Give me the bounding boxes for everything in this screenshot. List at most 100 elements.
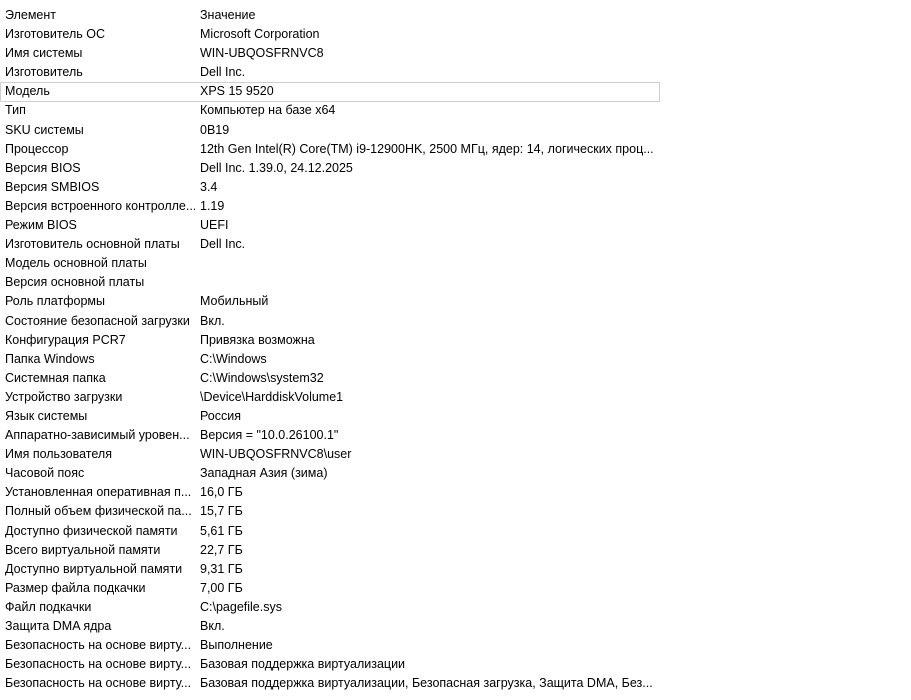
list-row-vbs-available[interactable]: Безопасность на основе вирту... Базовая … — [0, 674, 911, 693]
row-item-value: Мобильный — [200, 294, 269, 309]
row-item-value: C:\pagefile.sys — [200, 599, 282, 614]
row-item-value: XPS 15 9520 — [200, 84, 274, 99]
row-item-label: Устройство загрузки — [5, 389, 123, 404]
list-row-secure-boot-state[interactable]: Состояние безопасной загрузки Вкл. — [0, 312, 911, 331]
list-row-available-virtual-memory[interactable]: Доступно виртуальной памяти 9,31 ГБ — [0, 560, 911, 579]
row-item-value: 0B19 — [200, 122, 230, 137]
row-item-label: Изготовитель основной платы — [5, 237, 180, 252]
row-item-label: Безопасность на основе вирту... — [5, 676, 192, 691]
row-item-value: 7,00 ГБ — [200, 580, 243, 595]
row-item-value: C:\Windows\system32 — [200, 370, 324, 385]
row-item-label: Конфигурация PCR7 — [5, 332, 126, 347]
row-item-value: Dell Inc. — [200, 65, 246, 80]
row-item-value: 5,61 ГБ — [200, 523, 243, 538]
row-item-value: \Device\HarddiskVolume1 — [200, 389, 344, 404]
list-row-installed-memory[interactable]: Установленная оперативная п... 16,0 ГБ — [0, 483, 911, 502]
row-item-label: Папка Windows — [5, 351, 95, 366]
list-row-vbs-status[interactable]: Безопасность на основе вирту... Выполнен… — [0, 636, 911, 655]
row-item-value: 15,7 ГБ — [200, 504, 243, 519]
row-item-value: Выполнение — [200, 638, 273, 653]
row-item-label: Файл подкачки — [5, 599, 92, 614]
row-item-value: 1.19 — [200, 198, 225, 213]
row-item-label: Имя пользователя — [5, 447, 112, 462]
row-item-label: Изготовитель — [5, 65, 83, 80]
list-row-model[interactable]: Модель XPS 15 9520 — [0, 82, 911, 103]
list-row-pcr7-configuration[interactable]: Конфигурация PCR7 Привязка возможна — [0, 331, 911, 350]
list-row-boot-device[interactable]: Устройство загрузки \Device\HarddiskVolu… — [0, 388, 911, 407]
row-item-label: Имя системы — [5, 46, 83, 61]
row-item-value: Dell Inc. 1.39.0, 24.12.2025 — [200, 160, 353, 175]
row-item-label: Полный объем физической па... — [5, 504, 192, 519]
column-header-element[interactable]: Элемент — [5, 6, 195, 25]
list-row-hal[interactable]: Аппаратно-зависимый уровен... Версия = "… — [0, 426, 911, 445]
list-row-total-virtual-memory[interactable]: Всего виртуальной памяти 22,7 ГБ — [0, 541, 911, 560]
list-row-kernel-dma-protection[interactable]: Защита DMA ядра Вкл. — [0, 617, 911, 636]
row-item-label: Доступно физической памяти — [5, 523, 178, 538]
row-item-value: WIN-UBQOSFRNVC8 — [200, 46, 324, 61]
row-item-label: Тип — [5, 103, 26, 118]
row-item-label: Язык системы — [5, 408, 88, 423]
row-item-label: Всего виртуальной памяти — [5, 542, 161, 557]
row-item-label: Версия основной платы — [5, 275, 145, 290]
row-item-value: Россия — [200, 408, 241, 423]
row-item-value: Microsoft Corporation — [200, 27, 320, 42]
row-item-value: 9,31 ГБ — [200, 561, 243, 576]
row-item-value: Dell Inc. — [200, 237, 246, 252]
list-row-baseboard-version[interactable]: Версия основной платы — [0, 273, 911, 292]
list-row-baseboard-manufacturer[interactable]: Изготовитель основной платы Dell Inc. — [0, 235, 911, 254]
row-item-value: Версия = "10.0.26100.1" — [200, 428, 339, 443]
system-summary-list: Элемент Значение Изготовитель ОС Microso… — [0, 6, 911, 693]
row-item-value: UEFI — [200, 218, 229, 233]
row-item-label: Безопасность на основе вирту... — [5, 638, 192, 653]
row-item-label: Модель основной платы — [5, 256, 147, 271]
row-item-label: Системная папка — [5, 370, 106, 385]
row-item-value: 16,0 ГБ — [200, 485, 243, 500]
list-row-windows-directory[interactable]: Папка Windows C:\Windows — [0, 350, 911, 369]
row-item-value: 22,7 ГБ — [200, 542, 243, 557]
list-row-page-file-space[interactable]: Размер файла подкачки 7,00 ГБ — [0, 579, 911, 598]
list-row-baseboard-model[interactable]: Модель основной платы — [0, 254, 911, 273]
row-item-label: Часовой пояс — [5, 466, 85, 481]
list-row-system-name[interactable]: Имя системы WIN-UBQOSFRNVC8 — [0, 44, 911, 63]
list-row-platform-role[interactable]: Роль платформы Мобильный — [0, 292, 911, 311]
row-item-value: 12th Gen Intel(R) Core(TM) i9-12900HK, 2… — [200, 141, 653, 156]
row-item-value: C:\Windows — [200, 351, 267, 366]
list-row-user-name[interactable]: Имя пользователя WIN-UBQOSFRNVC8\user — [0, 445, 911, 464]
row-item-value: Компьютер на базе x64 — [200, 103, 336, 118]
row-item-label: Установленная оперативная п... — [5, 485, 192, 500]
row-item-value: Базовая поддержка виртуализации, Безопас… — [200, 676, 653, 691]
list-row-embedded-controller-version[interactable]: Версия встроенного контролле... 1.19 — [0, 197, 911, 216]
row-item-label: Версия BIOS — [5, 160, 81, 175]
list-row-time-zone[interactable]: Часовой пояс Западная Азия (зима) — [0, 464, 911, 483]
row-item-label: Изготовитель ОС — [5, 27, 105, 42]
list-row-page-file[interactable]: Файл подкачки C:\pagefile.sys — [0, 598, 911, 617]
list-row-processor[interactable]: Процессор 12th Gen Intel(R) Core(TM) i9-… — [0, 140, 911, 159]
list-row-os-manufacturer[interactable]: Изготовитель ОС Microsoft Corporation — [0, 25, 911, 44]
list-row-type[interactable]: Тип Компьютер на базе x64 — [0, 101, 911, 120]
row-item-label: Аппаратно-зависимый уровен... — [5, 428, 190, 443]
row-item-label: Роль платформы — [5, 294, 105, 309]
row-item-label: Версия SMBIOS — [5, 179, 100, 194]
row-item-label: Режим BIOS — [5, 218, 77, 233]
row-item-label: Защита DMA ядра — [5, 619, 112, 633]
list-header: Элемент Значение — [0, 6, 911, 25]
row-item-label: SKU системы — [5, 122, 84, 137]
list-row-locale[interactable]: Язык системы Россия — [0, 407, 911, 426]
list-row-system-sku[interactable]: SKU системы 0B19 — [0, 121, 911, 140]
row-item-value: 3.4 — [200, 179, 218, 194]
list-row-system-directory[interactable]: Системная папка C:\Windows\system32 — [0, 369, 911, 388]
list-row-smbios-version[interactable]: Версия SMBIOS 3.4 — [0, 178, 911, 197]
list-row-bios-mode[interactable]: Режим BIOS UEFI — [0, 216, 911, 235]
list-row-bios-version[interactable]: Версия BIOS Dell Inc. 1.39.0, 24.12.2025 — [0, 159, 911, 178]
row-item-label: Состояние безопасной загрузки — [5, 313, 190, 328]
row-item-value: WIN-UBQOSFRNVC8\user — [200, 447, 352, 462]
row-item-label: Размер файла подкачки — [5, 580, 146, 595]
list-row-available-physical-memory[interactable]: Доступно физической памяти 5,61 ГБ — [0, 522, 911, 541]
row-item-label: Модель — [5, 84, 50, 99]
list-row-manufacturer[interactable]: Изготовитель Dell Inc. — [0, 63, 911, 82]
list-row-total-physical-memory[interactable]: Полный объем физической па... 15,7 ГБ — [0, 502, 911, 521]
list-row-vbs-required[interactable]: Безопасность на основе вирту... Базовая … — [0, 655, 911, 674]
row-item-label: Версия встроенного контролле... — [5, 198, 195, 213]
column-header-value[interactable]: Значение — [200, 6, 653, 25]
row-item-value: Базовая поддержка виртуализации — [200, 657, 406, 672]
